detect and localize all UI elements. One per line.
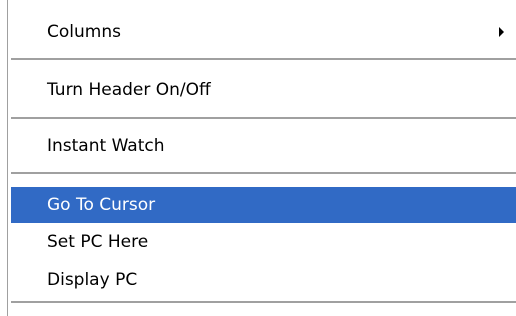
menu-separator: [11, 58, 516, 60]
menu-item-display-pc[interactable]: Display PC: [11, 262, 516, 298]
menu-separator: [11, 172, 516, 174]
menu-item-label: Instant Watch: [47, 136, 165, 156]
menu-item-go-to-cursor[interactable]: Go To Cursor: [11, 187, 516, 223]
menu-item-instant-watch[interactable]: Instant Watch: [11, 128, 516, 164]
submenu-arrow-icon: [499, 27, 504, 37]
menu-item-label: Columns: [47, 22, 121, 42]
menu-border: [7, 0, 8, 316]
context-menu: Columns Turn Header On/Off Instant Watch…: [0, 0, 516, 316]
menu-item-label: Turn Header On/Off: [47, 80, 211, 100]
menu-item-columns[interactable]: Columns: [11, 14, 516, 50]
menu-item-label: Set PC Here: [47, 232, 149, 252]
menu-item-label: Display PC: [47, 270, 138, 290]
menu-item-turn-header-on-off[interactable]: Turn Header On/Off: [11, 72, 516, 108]
menu-item-label: Go To Cursor: [47, 195, 156, 215]
menu-separator: [11, 117, 516, 119]
menu-item-set-pc-here[interactable]: Set PC Here: [11, 224, 516, 260]
menu-separator: [11, 301, 516, 303]
